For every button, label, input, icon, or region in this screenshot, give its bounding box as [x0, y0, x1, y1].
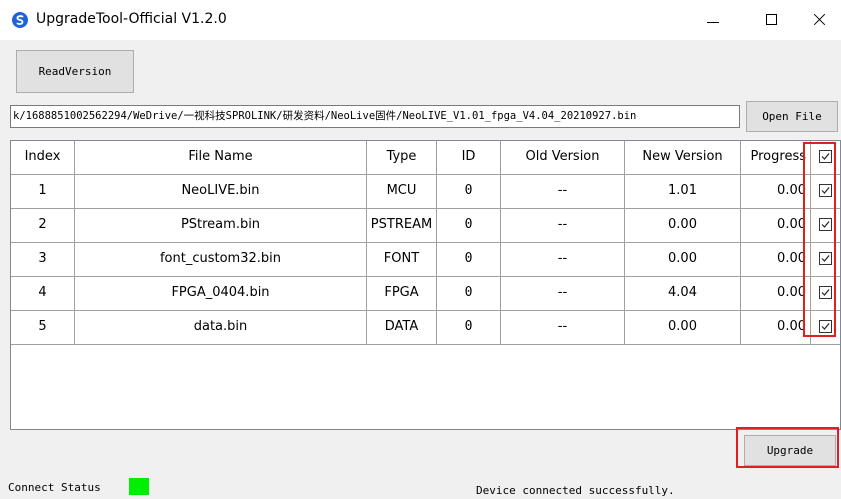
close-icon[interactable] — [796, 0, 841, 40]
cell-index: 2 — [11, 209, 75, 243]
header-progress[interactable]: Progress — [741, 141, 811, 175]
checkbox-cell — [811, 209, 840, 243]
header-index[interactable]: Index — [11, 141, 75, 175]
checkmark-icon — [821, 221, 830, 228]
cell-old-version: -- — [501, 277, 625, 311]
row-checkbox[interactable] — [819, 252, 832, 265]
cell-old-version: -- — [501, 311, 625, 345]
cell-type: DATA — [367, 311, 437, 345]
cell-id: 0 — [437, 209, 501, 243]
header-new-version[interactable]: New Version — [625, 141, 741, 175]
cell-type: MCU — [367, 175, 437, 209]
read-version-button[interactable]: ReadVersion — [16, 50, 134, 93]
cell-index: 3 — [11, 243, 75, 277]
cell-progress: 0.00 — [741, 311, 811, 345]
checkbox-cell — [811, 175, 840, 209]
cell-type: PSTREAM — [367, 209, 437, 243]
window-title: UpgradeTool-Official V1.2.0 — [36, 11, 227, 27]
checkmark-icon — [821, 289, 830, 296]
cell-progress: 0.00 — [741, 277, 811, 311]
cell-id: 0 — [437, 311, 501, 345]
cell-new-version: 0.00 — [625, 209, 741, 243]
cell-old-version: -- — [501, 209, 625, 243]
cell-index: 4 — [11, 277, 75, 311]
cell-id: 0 — [437, 277, 501, 311]
cell-id: 0 — [437, 243, 501, 277]
row-checkbox[interactable] — [819, 218, 832, 231]
app-logo-icon — [12, 12, 28, 28]
minimize-icon[interactable] — [690, 0, 736, 40]
cell-type: FPGA — [367, 277, 437, 311]
cell-old-version: -- — [501, 175, 625, 209]
maximize-icon[interactable] — [750, 0, 796, 40]
checkbox-cell — [811, 243, 840, 277]
cell-type: FONT — [367, 243, 437, 277]
cell-file-name: font_custom32.bin — [75, 243, 367, 277]
cell-progress: 0.00 — [741, 243, 811, 277]
table-row[interactable]: 4 FPGA_0404.bin FPGA 0 -- 4.04 0.00 — [11, 277, 840, 311]
cell-progress: 0.00 — [741, 209, 811, 243]
cell-file-name: data.bin — [75, 311, 367, 345]
firmware-table: Index File Name Type ID Old Version New … — [10, 140, 841, 430]
cell-file-name: FPGA_0404.bin — [75, 277, 367, 311]
upgrade-button[interactable]: Upgrade — [744, 435, 836, 466]
connect-status-label: Connect Status — [8, 481, 101, 494]
table-row[interactable]: 3 font_custom32.bin FONT 0 -- 0.00 0.00 — [11, 243, 840, 277]
row-checkbox[interactable] — [819, 184, 832, 197]
cell-index: 1 — [11, 175, 75, 209]
checkmark-icon — [821, 153, 830, 160]
cell-old-version: -- — [501, 243, 625, 277]
header-old-version[interactable]: Old Version — [501, 141, 625, 175]
cell-new-version: 4.04 — [625, 277, 741, 311]
cell-id: 0 — [437, 175, 501, 209]
title-bar: UpgradeTool-Official V1.2.0 — [0, 0, 841, 40]
header-type[interactable]: Type — [367, 141, 437, 175]
table-header-row: Index File Name Type ID Old Version New … — [11, 141, 840, 175]
header-id[interactable]: ID — [437, 141, 501, 175]
row-checkbox[interactable] — [819, 320, 832, 333]
table-row[interactable]: 2 PStream.bin PSTREAM 0 -- 0.00 0.00 — [11, 209, 840, 243]
row-checkbox[interactable] — [819, 286, 832, 299]
cell-new-version: 0.00 — [625, 243, 741, 277]
cell-new-version: 1.01 — [625, 175, 741, 209]
checkbox-cell — [811, 311, 840, 345]
open-file-button[interactable]: Open File — [746, 101, 838, 132]
cell-progress: 0.00 — [741, 175, 811, 209]
connection-indicator-icon — [129, 478, 149, 495]
cell-file-name: PStream.bin — [75, 209, 367, 243]
checkmark-icon — [821, 187, 830, 194]
table-row[interactable]: 5 data.bin DATA 0 -- 0.00 0.00 — [11, 311, 840, 345]
header-checkbox-cell — [811, 141, 840, 175]
status-message: Device connected successfully. — [476, 484, 675, 497]
checkbox-cell — [811, 277, 840, 311]
cell-index: 5 — [11, 311, 75, 345]
cell-file-name: NeoLIVE.bin — [75, 175, 367, 209]
table-row[interactable]: 1 NeoLIVE.bin MCU 0 -- 1.01 0.00 — [11, 175, 840, 209]
checkmark-icon — [821, 323, 830, 330]
header-file-name[interactable]: File Name — [75, 141, 367, 175]
checkmark-icon — [821, 255, 830, 262]
cell-new-version: 0.00 — [625, 311, 741, 345]
file-path-input[interactable]: k/1688851002562294/WeDrive/一视科技SPROLINK/… — [10, 105, 740, 128]
select-all-checkbox[interactable] — [819, 150, 832, 163]
